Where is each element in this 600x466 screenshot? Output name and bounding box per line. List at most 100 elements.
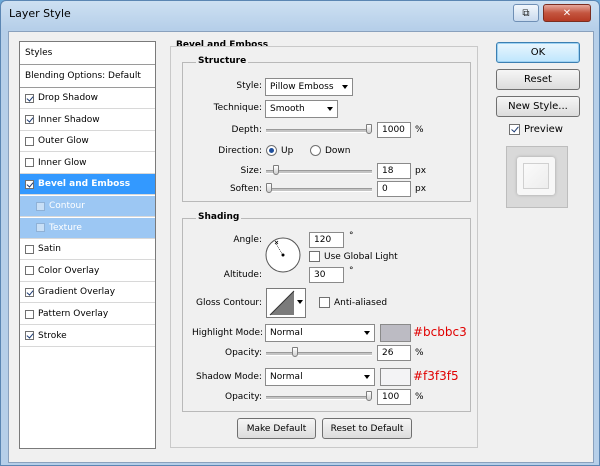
gloss-contour-picker[interactable]: [266, 288, 306, 318]
style-item-inner-shadow[interactable]: Inner Shadow: [20, 110, 155, 131]
reset-to-default-button[interactable]: Reset to Default: [322, 418, 412, 439]
style-item-satin[interactable]: Satin: [20, 239, 155, 261]
angle-input[interactable]: 120: [309, 232, 344, 248]
ok-button[interactable]: OK: [496, 42, 580, 63]
shadow-color-swatch[interactable]: [380, 368, 411, 386]
style-checkbox[interactable]: [25, 309, 34, 319]
style-preview-thumbnail: [506, 146, 568, 208]
style-dropdown[interactable]: Pillow Emboss: [265, 78, 353, 96]
style-item-label: Outer Glow: [38, 136, 89, 147]
style-checkbox[interactable]: [36, 201, 45, 211]
new-style-button[interactable]: New Style...: [496, 96, 580, 117]
angle-dial[interactable]: [264, 236, 302, 274]
style-checkbox[interactable]: [25, 331, 34, 341]
direction-down-radio[interactable]: [310, 145, 321, 156]
style-checkbox[interactable]: [25, 93, 34, 103]
shadow-mode-label: Shadow Mode:: [196, 372, 262, 382]
size-input[interactable]: 18: [377, 163, 411, 179]
technique-dropdown[interactable]: Smooth: [265, 100, 338, 118]
soften-unit: px: [415, 184, 427, 194]
style-checkbox[interactable]: [25, 266, 34, 276]
style-item-label: Contour: [49, 201, 85, 211]
chevron-down-icon: [364, 375, 370, 379]
shadow-opacity-input[interactable]: 100: [377, 389, 411, 405]
style-item-pattern-overlay[interactable]: Pattern Overlay: [20, 304, 155, 325]
soften-input[interactable]: 0: [377, 181, 411, 197]
style-checkbox[interactable]: [25, 287, 34, 297]
shadow-mode-dropdown[interactable]: Normal: [265, 368, 375, 386]
angle-value: 120: [314, 235, 332, 245]
styles-list: Styles Blending Options: Default Drop Sh…: [19, 41, 156, 449]
angle-label: Angle:: [233, 235, 262, 245]
highlight-opacity-input[interactable]: 26: [377, 345, 411, 361]
style-checkbox[interactable]: [36, 223, 45, 233]
use-global-light-checkbox[interactable]: [309, 251, 320, 262]
use-global-light-label: Use Global Light: [324, 252, 398, 262]
direction-label: Direction:: [218, 146, 262, 156]
style-item-color-overlay[interactable]: Color Overlay: [20, 261, 155, 282]
depth-slider-track[interactable]: [266, 129, 372, 133]
size-value: 18: [382, 166, 394, 176]
structure-title: Structure: [196, 56, 249, 66]
style-item-outer-glow[interactable]: Outer Glow: [20, 131, 155, 153]
restore-icon: ⧉: [522, 7, 530, 19]
style-checkbox[interactable]: [25, 158, 34, 168]
highlight-mode-label: Highlight Mode:: [192, 328, 264, 338]
style-item-stroke[interactable]: Stroke: [20, 326, 155, 347]
style-item-gradient-overlay[interactable]: Gradient Overlay: [20, 282, 155, 304]
contour-curve-icon: [269, 290, 295, 316]
style-item-label: Inner Glow: [38, 157, 87, 168]
style-item-label: Color Overlay: [38, 265, 100, 276]
size-slider-thumb[interactable]: [273, 165, 279, 175]
ok-label: OK: [530, 47, 546, 58]
preview-label: Preview: [524, 124, 563, 135]
style-item-contour[interactable]: Contour: [20, 196, 155, 217]
style-checkbox[interactable]: [25, 136, 34, 146]
style-item-texture[interactable]: Texture: [20, 217, 155, 239]
shadow-opacity-track[interactable]: [266, 396, 372, 400]
soften-slider-thumb[interactable]: [266, 183, 272, 193]
preview-checkbox[interactable]: [509, 124, 520, 135]
style-item-label: Satin: [38, 244, 61, 255]
anti-aliased-checkbox[interactable]: [319, 297, 330, 308]
restore-button[interactable]: ⧉: [513, 4, 539, 22]
style-item-drop-shadow[interactable]: Drop Shadow: [20, 88, 155, 109]
title-bar[interactable]: Layer Style ⧉ ✕: [1, 1, 599, 27]
reset-button[interactable]: Reset: [496, 69, 580, 90]
blending-options-item[interactable]: Blending Options: Default: [20, 65, 155, 88]
altitude-input[interactable]: 30: [309, 267, 344, 283]
highlight-opacity-track[interactable]: [266, 352, 372, 356]
style-label: Style:: [236, 81, 262, 91]
highlight-mode-dropdown[interactable]: Normal: [265, 324, 375, 342]
close-button[interactable]: ✕: [543, 4, 591, 22]
style-checkbox[interactable]: [25, 179, 34, 189]
shadow-opacity-thumb[interactable]: [366, 391, 372, 401]
soften-slider-track[interactable]: [266, 188, 372, 192]
style-checkbox[interactable]: [25, 115, 34, 125]
styles-header[interactable]: Styles: [20, 42, 155, 65]
style-item-bevel-and-emboss[interactable]: Bevel and Emboss: [20, 174, 155, 196]
style-checkbox[interactable]: [25, 244, 34, 254]
shadow-mode-value: Normal: [270, 372, 303, 382]
highlight-mode-value: Normal: [270, 328, 303, 338]
new-style-label: New Style...: [508, 101, 568, 112]
soften-label: Soften:: [229, 184, 262, 194]
size-label: Size:: [240, 166, 262, 176]
chevron-down-icon: [342, 85, 348, 89]
size-slider-track[interactable]: [266, 170, 372, 174]
style-item-label: Pattern Overlay: [38, 309, 109, 319]
style-item-label: Texture: [49, 222, 82, 233]
highlight-opacity-thumb[interactable]: [292, 347, 298, 357]
shadow-opacity-label: Opacity:: [225, 392, 262, 402]
direction-up-radio[interactable]: [266, 145, 277, 156]
direction-down-label: Down: [325, 146, 351, 156]
style-item-inner-glow[interactable]: Inner Glow: [20, 153, 155, 174]
style-item-label: Drop Shadow: [38, 93, 99, 103]
make-default-button[interactable]: Make Default: [237, 418, 316, 439]
depth-slider-thumb[interactable]: [366, 124, 372, 134]
highlight-opacity-value: 26: [382, 348, 394, 358]
direction-up-label: Up: [281, 146, 294, 156]
depth-input[interactable]: 1000: [377, 122, 411, 138]
window-title: Layer Style: [9, 7, 71, 20]
highlight-color-swatch[interactable]: [380, 324, 411, 342]
